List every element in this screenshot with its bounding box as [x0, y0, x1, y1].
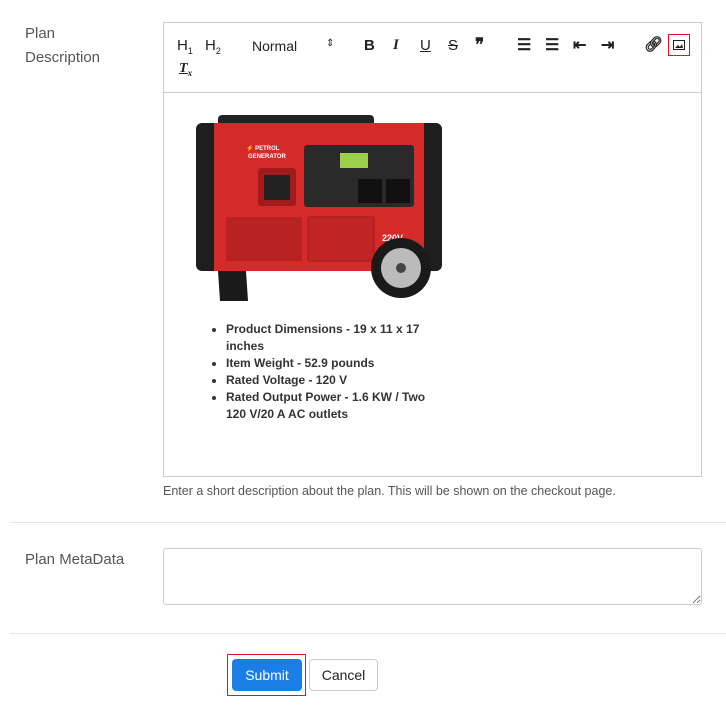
editor-toolbar: H1 H2 Normal ⇕ B I U S ❞ ☰ ☰ ⇤ ⇥ 🔗︎ Tx: [164, 23, 701, 93]
plan-metadata-label: Plan MetaData: [25, 551, 125, 568]
list-item: Rated Output Power - 1.6 KW / Two 120 V/…: [226, 389, 426, 423]
plan-description-label: Plan Description: [25, 25, 101, 66]
clear-format-button[interactable]: Tx: [179, 61, 192, 78]
rich-text-editor[interactable]: H1 H2 Normal ⇕ B I U S ❞ ☰ ☰ ⇤ ⇥ 🔗︎ Tx ⚡ …: [163, 22, 702, 477]
updown-icon: ⇕: [326, 38, 335, 49]
brand-text2: GENERATOR: [248, 154, 286, 160]
bold-button[interactable]: B: [364, 37, 375, 54]
italic-button[interactable]: I: [393, 37, 399, 54]
underline-button[interactable]: U: [420, 37, 431, 54]
link-icon[interactable]: 🔗︎: [644, 35, 663, 53]
list-item: Product Dimensions - 19 x 11 x 17 inches: [226, 321, 426, 355]
cancel-button[interactable]: Cancel: [309, 659, 378, 691]
description-hint: Enter a short description about the plan…: [163, 484, 616, 498]
list-item: Rated Voltage - 120 V: [226, 372, 426, 389]
heading1-button[interactable]: H1: [177, 37, 193, 56]
image-icon[interactable]: [668, 34, 690, 56]
submit-button[interactable]: Submit: [232, 659, 302, 691]
spec-list: Product Dimensions - 19 x 11 x 17 inches…: [216, 321, 426, 423]
strike-button[interactable]: S: [448, 37, 458, 54]
blockquote-button[interactable]: ❞: [475, 35, 484, 55]
brand-text: ⚡ PETROL: [246, 144, 280, 152]
divider: [10, 633, 726, 634]
plan-metadata-input[interactable]: [163, 548, 702, 605]
format-select[interactable]: Normal ⇕: [252, 38, 342, 54]
heading2-button[interactable]: H2: [205, 37, 221, 56]
bullet-list-icon[interactable]: ☰: [545, 35, 559, 55]
outdent-icon[interactable]: ⇤: [573, 35, 586, 55]
indent-icon[interactable]: ⇥: [601, 35, 614, 55]
divider: [10, 522, 726, 523]
ordered-list-icon[interactable]: ☰: [517, 35, 531, 55]
generator-image: ⚡ PETROL GENERATOR 220V: [196, 115, 442, 301]
list-item: Item Weight - 52.9 pounds: [226, 355, 426, 372]
